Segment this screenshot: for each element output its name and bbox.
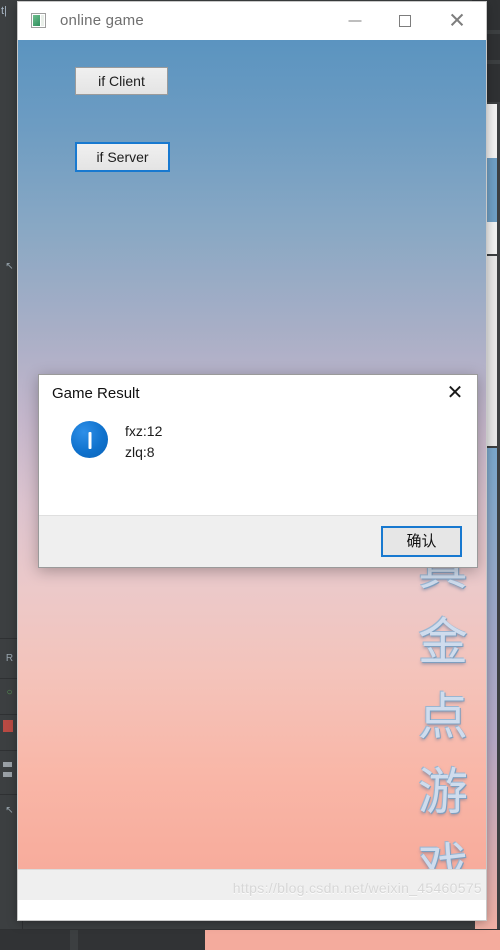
- run-icon[interactable]: ○: [3, 686, 16, 699]
- vertical-char: 金: [418, 613, 468, 671]
- window-status-strip: https://blog.csdn.net/weixin_45460575: [18, 869, 486, 900]
- ide-status-accent: [205, 930, 500, 950]
- vertical-char: 点: [418, 688, 468, 746]
- vertical-char: 游: [418, 763, 468, 821]
- if-server-button[interactable]: if Server: [75, 142, 170, 172]
- panel-icon-top[interactable]: [3, 762, 12, 767]
- app-window-icon: [31, 13, 46, 28]
- window-content: if Client if Server 真 金 点 游 戏 https://bl…: [18, 40, 486, 900]
- stop-icon[interactable]: [3, 720, 13, 732]
- minimize-button[interactable]: [332, 2, 378, 39]
- vertical-title-text: 真 金 点 游 戏: [410, 530, 476, 900]
- watermark-text: https://blog.csdn.net/weixin_45460575: [232, 880, 482, 896]
- close-icon: ✕: [446, 382, 464, 404]
- dialog-footer: 确认: [39, 515, 477, 567]
- maximize-button[interactable]: [382, 2, 428, 39]
- ide-status-bar: [0, 929, 500, 950]
- dialog-message: fxz:12 zlq:8: [125, 421, 162, 463]
- dialog-close-button[interactable]: ✕: [435, 377, 475, 409]
- panel-icon-bottom[interactable]: [3, 772, 12, 777]
- app-window: online game ✕ if Client if Server 真 金 点 …: [18, 2, 486, 920]
- maximize-icon: [399, 14, 411, 27]
- pointer-icon[interactable]: ↖: [3, 804, 16, 817]
- ide-toolbar-label: t|: [1, 5, 7, 17]
- dialog-confirm-button[interactable]: 确认: [381, 526, 462, 557]
- ide-status-segment: [78, 930, 205, 950]
- window-title: online game: [60, 12, 144, 29]
- ide-status-segment: [0, 930, 70, 950]
- dialog-message-line: zlq:8: [125, 444, 155, 460]
- screenshot-root: t| ↖ R ○ ↖ online game ✕ if Client if Se…: [0, 0, 500, 950]
- structure-letter-icon[interactable]: R: [3, 652, 16, 665]
- window-titlebar[interactable]: online game ✕: [18, 2, 486, 41]
- game-result-dialog: Game Result ✕ fxz:12 zlq:8 确认: [38, 374, 478, 568]
- close-icon: ✕: [448, 9, 466, 32]
- info-icon: [71, 421, 108, 458]
- minimize-icon: [348, 20, 362, 21]
- cursor-arrow-icon[interactable]: ↖: [3, 260, 16, 273]
- if-client-button[interactable]: if Client: [75, 67, 168, 95]
- dialog-title: Game Result: [52, 385, 140, 402]
- close-button[interactable]: ✕: [434, 2, 480, 39]
- dialog-message-line: fxz:12: [125, 423, 163, 439]
